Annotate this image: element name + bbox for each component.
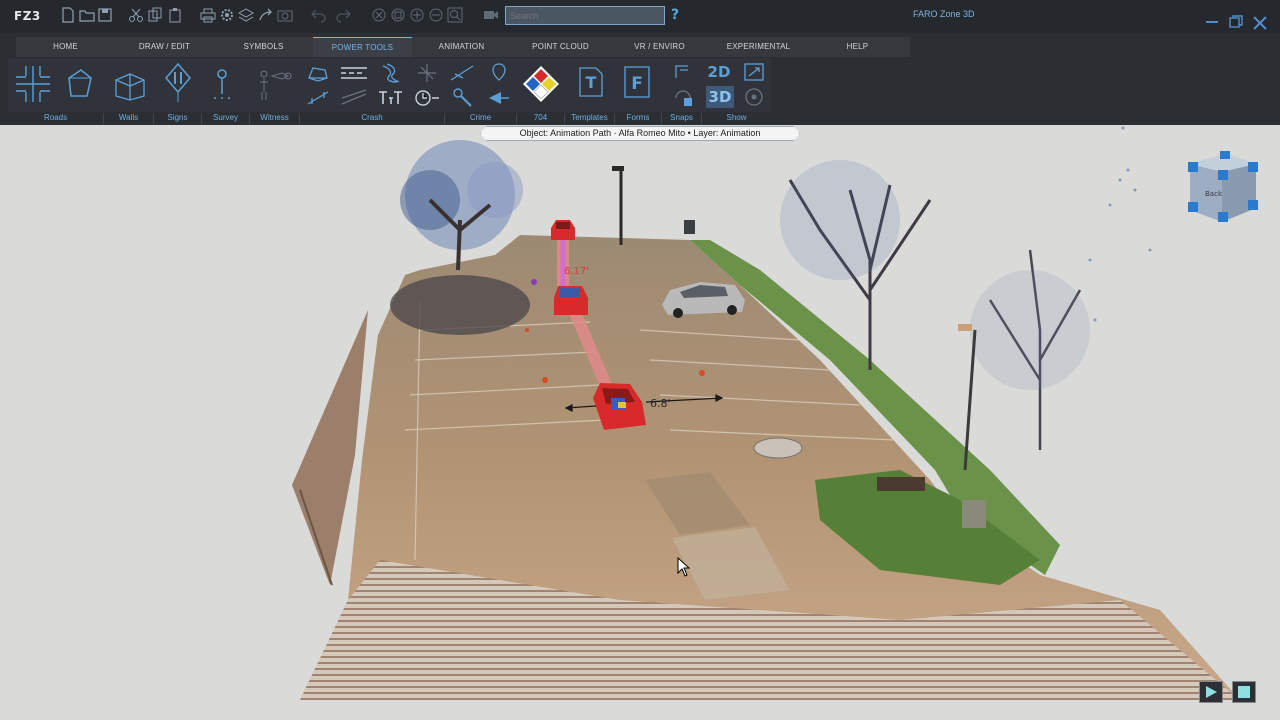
ribbon: HOME DRAW / EDIT SYMBOLS POWER TOOLS ANI… [0, 33, 1280, 125]
camera-icon[interactable] [277, 7, 293, 23]
video-icon[interactable] [483, 7, 499, 23]
snap-corner-icon[interactable] [672, 62, 692, 82]
point-cloud-scene[interactable]: 6.8' 6.17' [0, 125, 1280, 720]
group-704: 704 [517, 113, 565, 124]
minimize-icon[interactable] [1205, 12, 1219, 28]
tab-symbols[interactable]: SYMBOLS [214, 37, 313, 57]
group-roads: Roads [8, 113, 104, 124]
tab-point-cloud[interactable]: POINT CLOUD [511, 37, 610, 57]
settings-icon[interactable] [219, 7, 235, 23]
play-button[interactable] [1199, 681, 1223, 703]
3d-viewport[interactable]: 6.8' 6.17' Back [0, 125, 1280, 720]
forms-icon[interactable]: F [622, 62, 652, 102]
crash-impact-icon[interactable] [416, 62, 438, 84]
group-walls: Walls [104, 113, 154, 124]
group-signs: Signs [154, 113, 202, 124]
show-fullscreen-icon[interactable] [743, 62, 765, 82]
group-show: Show [726, 113, 747, 122]
crash-arrow-icon[interactable] [487, 88, 511, 108]
title-bar: FZ3 ? FARO Zone 3D [0, 0, 1280, 33]
save-icon[interactable] [97, 7, 113, 23]
hazmat-diamond-icon[interactable] [521, 64, 561, 104]
crash-scale-icon[interactable] [451, 86, 477, 110]
new-file-icon[interactable] [60, 7, 76, 23]
navigation-cube[interactable]: Back [1186, 150, 1258, 224]
manhole-cover [753, 437, 803, 459]
zoom-extents-icon[interactable] [371, 7, 387, 23]
utility-box [684, 220, 695, 234]
crash-timer-icon[interactable] [413, 88, 441, 108]
crash-text-icon[interactable] [377, 88, 403, 108]
building-walls-icon[interactable] [112, 66, 148, 102]
zoom-box-icon[interactable] [447, 7, 463, 23]
drain-grate [877, 477, 925, 491]
help-icon[interactable]: ? [671, 7, 679, 23]
tab-help[interactable]: HELP [808, 37, 907, 57]
view-3d-button[interactable]: 3D [706, 86, 734, 108]
zoom-out-icon[interactable] [428, 7, 444, 23]
tab-vr-enviro[interactable]: VR / ENVIRO [610, 37, 709, 57]
layers-icon[interactable] [238, 7, 254, 23]
navcube-face-label: Back [1205, 190, 1223, 198]
vehicle-start[interactable] [551, 220, 575, 240]
crash-road-icon[interactable] [340, 64, 368, 82]
play-icon [1206, 686, 1217, 698]
zoom-window-icon[interactable] [390, 7, 406, 23]
walls-icon[interactable] [63, 66, 97, 102]
crash-measure-icon[interactable] [306, 88, 330, 108]
open-folder-icon[interactable] [79, 7, 95, 23]
mouse-cursor [677, 557, 691, 577]
redo-icon[interactable] [335, 7, 351, 23]
view-2d-button[interactable]: 2D [706, 62, 732, 82]
roads-intersection-icon[interactable] [14, 64, 52, 104]
undo-icon[interactable] [311, 7, 327, 23]
tab-home[interactable]: HOME [16, 37, 115, 57]
survey-point-icon[interactable] [208, 64, 236, 104]
crash-skid-icon[interactable] [379, 62, 401, 84]
forms-glyph: F [631, 74, 643, 94]
snap-endpoint-icon[interactable] [672, 86, 694, 108]
show-target-icon[interactable] [744, 87, 764, 107]
tab-power-tools[interactable]: POWER TOOLS [313, 37, 412, 57]
group-crime: Crime [445, 113, 517, 124]
templates-icon[interactable]: T [576, 62, 606, 102]
tool-panel: T F 2D 3D [8, 58, 771, 112]
tree-shadow [390, 275, 530, 335]
app-logo[interactable]: FZ3 [14, 9, 41, 23]
crash-marker-icon[interactable] [488, 62, 510, 84]
tab-experimental[interactable]: EXPERIMENTAL [709, 37, 808, 57]
crash-lanes-icon[interactable] [340, 88, 368, 108]
templates-glyph: T [586, 73, 597, 92]
measurement-label-1: 6.17' [564, 266, 589, 277]
witness-icon[interactable] [254, 64, 294, 104]
close-icon[interactable] [1252, 15, 1268, 35]
crash-path-icon[interactable] [449, 62, 475, 84]
vehicle-mid[interactable] [554, 286, 588, 315]
app-title: FARO Zone 3D [913, 9, 975, 19]
measurement-label-2: 6.8' [650, 397, 671, 410]
group-survey: Survey [202, 113, 250, 124]
group-crash: Crash [300, 113, 445, 124]
crash-vehicle-icon[interactable] [306, 62, 330, 84]
restore-icon[interactable] [1229, 15, 1243, 33]
signs-icon[interactable] [162, 62, 194, 104]
stop-icon [1238, 686, 1250, 698]
ribbon-tabs: HOME DRAW / EDIT SYMBOLS POWER TOOLS ANI… [16, 37, 910, 57]
utility-box [962, 500, 986, 528]
share-icon[interactable] [258, 7, 274, 23]
copy-icon[interactable] [147, 7, 163, 23]
object-info-bar: Object: Animation Path · Alfa Romeo Mito… [480, 126, 800, 141]
paste-icon[interactable] [167, 7, 183, 23]
cut-icon[interactable] [128, 7, 144, 23]
group-forms: Forms [615, 113, 662, 124]
tab-draw-edit[interactable]: DRAW / EDIT [115, 37, 214, 57]
group-witness: Witness [250, 113, 300, 124]
search-input[interactable] [505, 6, 665, 25]
zoom-in-icon[interactable] [409, 7, 425, 23]
group-snaps: Snaps [662, 113, 702, 124]
stop-button[interactable] [1232, 681, 1256, 703]
tab-animation[interactable]: ANIMATION [412, 37, 511, 57]
print-icon[interactable] [200, 7, 216, 23]
group-templates: Templates [565, 113, 615, 124]
